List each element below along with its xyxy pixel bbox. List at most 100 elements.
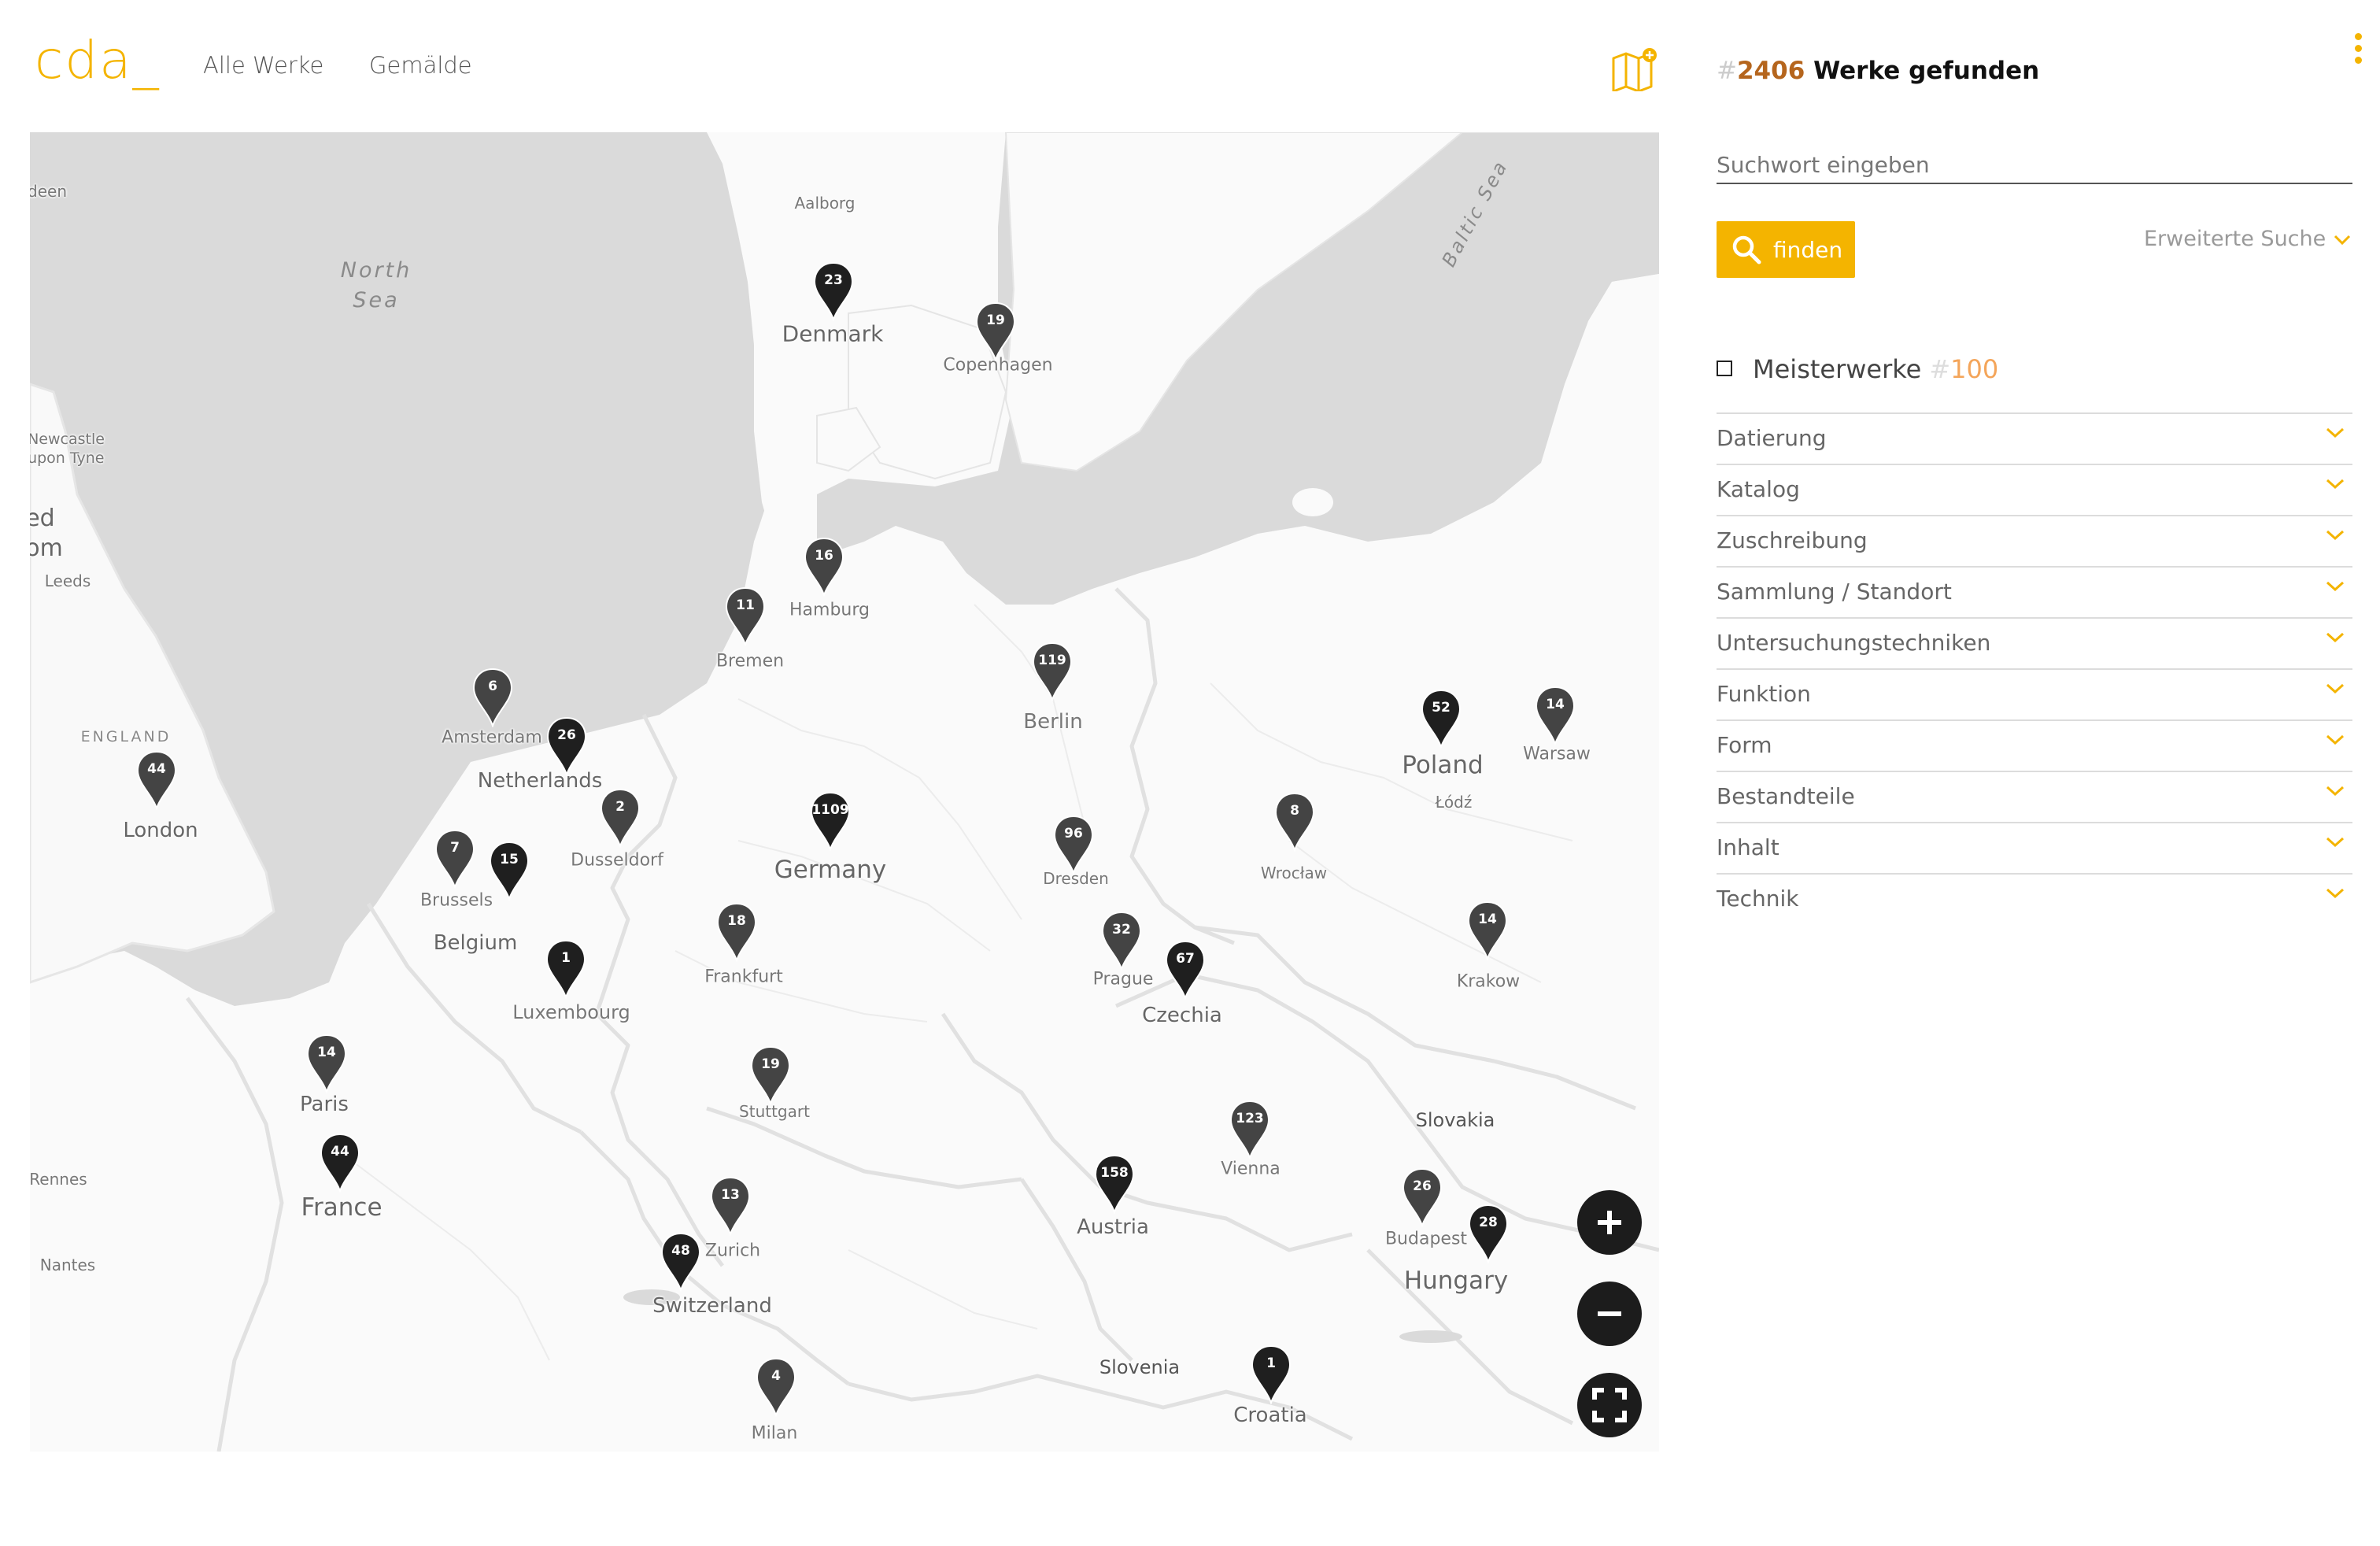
advanced-search-toggle[interactable]: Erweiterte Suche bbox=[2144, 227, 2351, 251]
map-marker[interactable]: 44 bbox=[136, 750, 177, 810]
facet-technik[interactable]: Technik bbox=[1717, 873, 2352, 924]
kebab-menu-icon[interactable] bbox=[2350, 33, 2366, 66]
map-marker[interactable]: 28 bbox=[1468, 1204, 1509, 1263]
map-marker[interactable]: 8 bbox=[1274, 792, 1315, 852]
search-icon bbox=[1732, 235, 1761, 264]
logo[interactable]: cda_ bbox=[35, 30, 161, 91]
map-label-north-sea: North Sea bbox=[340, 258, 412, 313]
map-marker[interactable]: 67 bbox=[1165, 940, 1206, 1000]
map[interactable]: deen Aalborg North Sea Baltic Sea Denmar… bbox=[30, 132, 1659, 1452]
facet-datierung[interactable]: Datierung bbox=[1717, 412, 2352, 464]
map-marker[interactable]: 26 bbox=[1402, 1167, 1443, 1227]
facet-form[interactable]: Form bbox=[1717, 719, 2352, 771]
map-pin-icon bbox=[756, 1357, 796, 1417]
map-marker[interactable]: 123 bbox=[1229, 1100, 1270, 1160]
map-marker[interactable]: 2 bbox=[600, 788, 641, 848]
map-marker[interactable]: 4 bbox=[756, 1357, 796, 1417]
map-marker[interactable]: 32 bbox=[1101, 911, 1142, 971]
facet-funktion[interactable]: Funktion bbox=[1717, 668, 2352, 719]
map-label-england: ENGLAND bbox=[80, 728, 172, 745]
map-plus-icon[interactable] bbox=[1610, 47, 1658, 93]
map-label-luxembourg: Luxembourg bbox=[512, 1001, 630, 1023]
chevron-down-icon bbox=[2326, 632, 2345, 643]
map-pin-icon bbox=[1274, 792, 1315, 852]
chevron-down-icon bbox=[2326, 479, 2345, 490]
map-marker[interactable]: 13 bbox=[710, 1176, 751, 1236]
map-label-krakow: Krakow bbox=[1456, 971, 1521, 992]
map-label-ed-om: ed om bbox=[30, 505, 63, 562]
map-label-budapest: Budapest bbox=[1384, 1229, 1468, 1249]
facet-untersuchungstechniken[interactable]: Untersuchungstechniken bbox=[1717, 617, 2352, 668]
map-pin-icon bbox=[1094, 1154, 1135, 1214]
facet-label: Untersuchungstechniken bbox=[1717, 630, 1991, 656]
map-marker[interactable]: 19 bbox=[975, 301, 1016, 361]
map-marker[interactable]: 6 bbox=[472, 668, 513, 727]
zoom-out-icon[interactable] bbox=[1577, 1282, 1642, 1346]
facet-sammlung-standort[interactable]: Sammlung / Standort bbox=[1717, 566, 2352, 617]
chevron-down-icon bbox=[2326, 683, 2345, 694]
map-marker[interactable]: 23 bbox=[813, 261, 854, 321]
map-marker[interactable]: 44 bbox=[320, 1133, 360, 1193]
nav-alle-werke[interactable]: Alle Werke bbox=[203, 52, 323, 79]
fullscreen-icon[interactable] bbox=[1577, 1373, 1642, 1437]
map-pin-icon bbox=[1535, 686, 1576, 745]
facet-label: Sammlung / Standort bbox=[1717, 579, 1952, 605]
map-label-berlin: Berlin bbox=[1023, 710, 1083, 734]
map-label-denmark: Denmark bbox=[782, 320, 884, 347]
map-marker[interactable]: 158 bbox=[1094, 1154, 1135, 1214]
map-marker[interactable]: 14 bbox=[1535, 686, 1576, 745]
map-label-dusseldorf: Dusseldorf bbox=[571, 850, 663, 871]
facet-zuschreibung[interactable]: Zuschreibung bbox=[1717, 515, 2352, 566]
map-pin-icon bbox=[725, 586, 766, 646]
masterworks-count: 100 bbox=[1950, 354, 1999, 384]
facet-label: Inhalt bbox=[1717, 834, 1779, 860]
zoom-in-icon[interactable] bbox=[1577, 1190, 1642, 1255]
chevron-down-icon bbox=[2326, 837, 2345, 848]
chevron-down-icon bbox=[2326, 427, 2345, 438]
map-marker[interactable]: 18 bbox=[716, 902, 757, 962]
map-marker[interactable]: 1 bbox=[545, 939, 586, 999]
map-marker[interactable]: 96 bbox=[1053, 815, 1094, 875]
map-pin-icon bbox=[472, 668, 513, 727]
map-pin-icon bbox=[1165, 940, 1206, 1000]
map-marker[interactable]: 14 bbox=[1467, 901, 1508, 960]
map-pin-icon bbox=[716, 902, 757, 962]
map-marker[interactable]: 16 bbox=[804, 537, 844, 597]
masterworks-checkbox[interactable]: Meisterwerke #100 bbox=[1717, 354, 1998, 384]
map-label-frankfurt: Frankfurt bbox=[704, 967, 783, 987]
map-marker[interactable]: 14 bbox=[306, 1034, 347, 1093]
map-marker[interactable]: 19 bbox=[750, 1045, 791, 1105]
map-pin-icon bbox=[710, 1176, 751, 1236]
map-label-leeds: Leeds bbox=[44, 571, 91, 590]
map-marker[interactable]: 26 bbox=[546, 716, 587, 776]
facet-bestandteile[interactable]: Bestandteile bbox=[1717, 771, 2352, 822]
map-label-aalborg: Aalborg bbox=[794, 194, 856, 213]
map-marker[interactable]: 119 bbox=[1032, 642, 1073, 701]
map-label-slovakia: Slovakia bbox=[1415, 1109, 1495, 1131]
map-marker[interactable]: 11 bbox=[725, 586, 766, 646]
facet-label: Zuschreibung bbox=[1717, 527, 1868, 553]
map-pin-icon bbox=[1468, 1204, 1509, 1263]
results-label: Werke gefunden bbox=[1813, 57, 2040, 85]
map-pin-icon bbox=[1101, 911, 1142, 971]
nav-gemaelde[interactable]: Gemälde bbox=[369, 52, 472, 79]
facet-label: Technik bbox=[1717, 886, 1799, 912]
map-marker[interactable]: 52 bbox=[1421, 689, 1462, 749]
map-marker[interactable]: 15 bbox=[489, 841, 530, 901]
map-label-amsterdam: Amsterdam bbox=[442, 727, 542, 748]
checkbox-icon[interactable] bbox=[1717, 361, 1732, 376]
map-marker[interactable]: 1109 bbox=[810, 791, 851, 851]
masterworks-label: Meisterwerke bbox=[1753, 354, 1922, 384]
map-pin-icon bbox=[600, 788, 641, 848]
map-marker[interactable]: 48 bbox=[660, 1232, 701, 1292]
map-label-prague: Prague bbox=[1092, 969, 1154, 989]
map-marker[interactable]: 7 bbox=[434, 829, 475, 889]
map-marker[interactable]: 1 bbox=[1251, 1344, 1292, 1404]
facet-inhalt[interactable]: Inhalt bbox=[1717, 822, 2352, 873]
facet-katalog[interactable]: Katalog bbox=[1717, 464, 2352, 515]
find-button[interactable]: finden bbox=[1717, 221, 1855, 278]
advanced-search-label: Erweiterte Suche bbox=[2144, 227, 2326, 251]
map-label-poland: Poland bbox=[1402, 751, 1484, 779]
search-input[interactable] bbox=[1717, 146, 2352, 184]
find-button-label: finden bbox=[1773, 237, 1843, 263]
